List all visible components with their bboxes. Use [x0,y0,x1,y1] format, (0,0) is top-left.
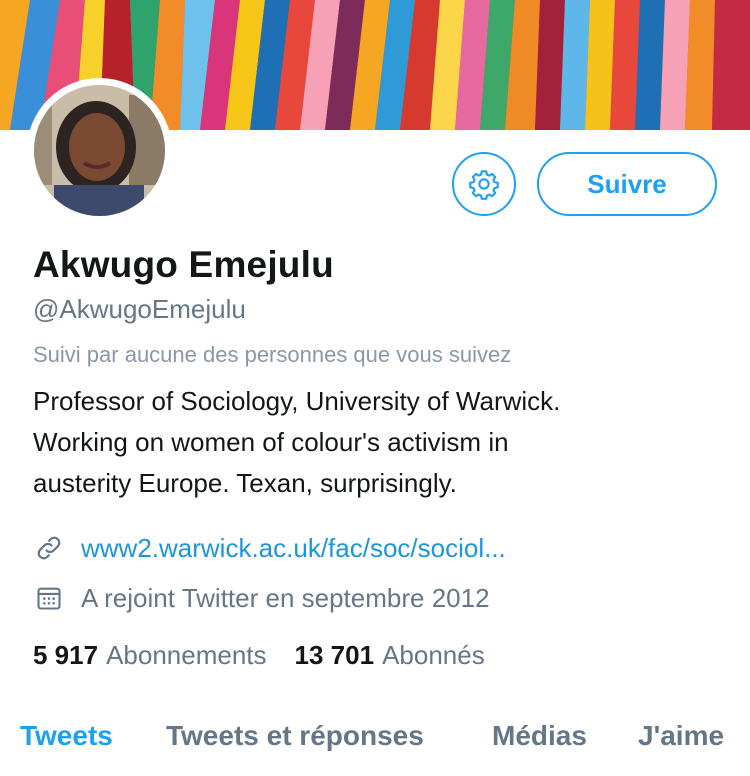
gear-icon [469,170,499,200]
bio-line: austerity Europe. Texan, surprisingly. [33,468,457,498]
avatar-photo [34,85,165,216]
followers-label: Abonnés [382,640,485,670]
following-label: Abonnements [106,640,267,670]
tab-tweets-replies[interactable]: Tweets et réponses [166,720,424,752]
tab-likes[interactable]: J'aime [638,720,724,752]
profile-avatar[interactable] [27,78,172,223]
website-link[interactable]: www2.warwick.ac.uk/fac/soc/sociol... [81,533,506,564]
calendar-icon [33,582,65,614]
bio-line: Working on women of colour's activism in [33,427,509,457]
link-icon [33,532,65,564]
followers-stat[interactable]: 13 701 Abonnés [295,640,485,671]
tab-tweets[interactable]: Tweets [20,720,113,752]
profile-handle: @AkwugoEmejulu [33,294,246,324]
profile-name: Akwugo Emejulu [33,244,334,285]
followers-count: 13 701 [294,640,375,670]
bio-line: Professor of Sociology, University of Wa… [33,386,561,416]
profile-stats: 5 917 Abonnements 13 701 Abonnés [33,640,485,671]
website-row[interactable]: www2.warwick.ac.uk/fac/soc/sociol... [33,532,506,564]
following-stat[interactable]: 5 917 Abonnements [33,640,267,671]
profile-bio: Professor of Sociology, University of Wa… [33,381,723,504]
tab-media[interactable]: Médias [492,720,587,752]
follow-button[interactable]: Suivre [537,152,717,216]
joined-row: A rejoint Twitter en septembre 2012 [33,582,490,614]
followed-by-note: Suivi par aucune des personnes que vous … [33,342,512,367]
profile-tabs: Tweets Tweets et réponses Médias J'aime [0,720,750,760]
following-count: 5 917 [33,640,99,670]
settings-button[interactable] [452,152,516,216]
joined-date: A rejoint Twitter en septembre 2012 [81,582,490,613]
